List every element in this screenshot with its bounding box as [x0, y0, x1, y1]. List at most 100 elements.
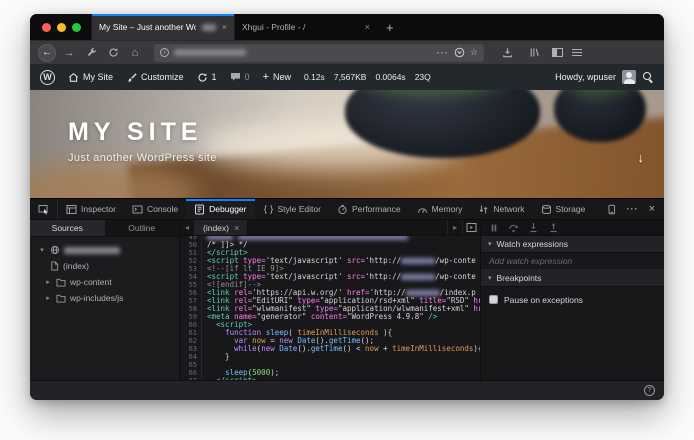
wp-customize-menu[interactable]: Customize — [126, 72, 184, 83]
close-tab-icon[interactable]: × — [222, 22, 227, 32]
scroll-tabs-left-icon[interactable]: ◂ — [180, 220, 195, 235]
devtools-tab-storage[interactable]: Storage — [533, 199, 594, 219]
tree-domain-root[interactable]: ▾ — [30, 242, 179, 258]
step-over-icon[interactable] — [508, 222, 519, 233]
gutter-line-number[interactable]: 64 — [180, 353, 197, 361]
wp-my-site-menu[interactable]: My Site — [68, 72, 113, 83]
chevron-down-icon[interactable]: ▾ — [38, 246, 46, 254]
tab-sources[interactable]: Sources — [30, 220, 105, 236]
gutter-line-number[interactable]: 65 — [180, 361, 197, 369]
wordpress-logo-icon[interactable]: W — [40, 69, 55, 85]
stat-query-time: 0.0064s — [375, 72, 406, 82]
close-tab-icon[interactable]: × — [234, 223, 239, 233]
library-icon[interactable] — [525, 45, 543, 61]
tree-item-index[interactable]: (index) — [30, 258, 179, 274]
avatar[interactable] — [622, 70, 636, 84]
chevron-right-icon[interactable]: ▸ — [44, 294, 52, 302]
close-window-button[interactable] — [42, 22, 51, 32]
add-watch-expression-input[interactable]: Add watch expression — [481, 253, 664, 270]
devtools-tab-label: Console — [146, 204, 179, 214]
minimize-window-button[interactable] — [57, 22, 66, 32]
browser-tab-my-site[interactable]: My Site – Just another WordPress × — [91, 14, 234, 40]
address-bar[interactable]: i ··· ☆ — [154, 43, 484, 62]
scroll-tabs-right-icon[interactable]: ▸ — [447, 220, 462, 235]
wrench-icon[interactable] — [82, 45, 100, 61]
devtools-options-icon[interactable]: ··· — [627, 204, 639, 214]
scroll-down-arrow[interactable]: ↓ — [638, 150, 645, 165]
toggle-panes-icon[interactable] — [462, 220, 480, 235]
wp-new-menu[interactable]: + New — [263, 71, 291, 83]
close-devtools-icon[interactable]: × — [649, 203, 655, 215]
wp-new-label: New — [273, 72, 292, 82]
devtools-tab-network[interactable]: Network — [470, 199, 532, 219]
tree-item-wp-content[interactable]: ▸ wp-content — [30, 274, 179, 290]
gutter-line-number[interactable]: 56 — [180, 289, 197, 297]
gutter-line-number[interactable]: 59 — [180, 313, 197, 321]
site-title[interactable]: MY SITE — [68, 118, 203, 147]
gutter-line-number[interactable]: 51 — [180, 249, 197, 257]
help-icon[interactable]: ? — [644, 385, 655, 396]
editor-tab-index[interactable]: (index) × — [195, 220, 249, 235]
devtools-tab-performance[interactable]: Performance — [329, 199, 409, 219]
gutter-line-number[interactable]: 54 — [180, 273, 197, 281]
stat-load-time: 0.12s — [304, 72, 325, 82]
wp-comments-menu[interactable]: 0 — [230, 72, 250, 82]
code-line: while(new Date().getTime() < now + timeI… — [234, 344, 480, 353]
file-icon — [51, 261, 59, 271]
devtools-tab-style-editor[interactable]: Style Editor — [255, 199, 329, 219]
gutter-line-number[interactable]: 53 — [180, 265, 197, 273]
devtools-tab-inspector[interactable]: Inspector — [58, 199, 124, 219]
gutter-line-number[interactable]: 62 — [180, 337, 197, 345]
zoom-window-button[interactable] — [72, 22, 81, 32]
site-info-icon[interactable]: i — [160, 48, 169, 57]
gutter-line-number[interactable]: 57 — [180, 297, 197, 305]
devtools-toolbar: Inspector Console Debugger Style Editor … — [30, 198, 664, 220]
gutter-line-number[interactable]: 52 — [180, 257, 197, 265]
gutter-line-number[interactable]: 55 — [180, 281, 197, 289]
page-actions-icon[interactable]: ··· — [437, 48, 449, 58]
search-icon[interactable] — [642, 71, 654, 83]
pocket-icon[interactable] — [454, 47, 465, 58]
pause-on-exceptions-checkbox[interactable] — [489, 295, 498, 304]
sources-sidebar: Sources Outline ▾ (index) ▸ wp-content ▸… — [30, 220, 180, 380]
forward-button[interactable]: → — [60, 47, 78, 59]
gutter-line-number[interactable]: 50 — [180, 241, 197, 249]
braces-icon — [263, 204, 273, 214]
responsive-design-icon[interactable] — [606, 204, 617, 215]
tree-item-wp-includes[interactable]: ▸ wp-includes/js — [30, 290, 179, 306]
new-tab-button[interactable]: + — [377, 14, 403, 40]
wp-updates-menu[interactable]: 1 — [197, 72, 217, 83]
gutter-line-number[interactable]: 66 — [180, 369, 197, 377]
menu-icon[interactable] — [572, 48, 582, 57]
gutter-line-number[interactable]: 60 — [180, 321, 197, 329]
gauge-icon — [417, 207, 427, 213]
sidebar-toggle-icon[interactable] — [552, 48, 563, 57]
chevron-right-icon[interactable]: ▸ — [44, 278, 52, 286]
devtools-tab-debugger[interactable]: Debugger — [186, 199, 255, 219]
step-out-icon[interactable] — [548, 222, 559, 233]
gutter-line-number[interactable]: 61 — [180, 329, 197, 337]
watch-expressions-header[interactable]: ▾ Watch expressions — [481, 236, 664, 253]
devtools-tab-label: Style Editor — [277, 204, 321, 214]
breakpoints-header[interactable]: ▾ Breakpoints — [481, 270, 664, 287]
chevron-down-icon: ▾ — [488, 241, 492, 248]
devtools-tab-console[interactable]: Console — [124, 199, 186, 219]
reload-icon[interactable] — [104, 45, 122, 61]
downloads-icon[interactable] — [498, 45, 516, 61]
gutter-line-number[interactable]: 63 — [180, 345, 197, 353]
tab-outline[interactable]: Outline — [105, 220, 180, 236]
browser-tab-xhgui[interactable]: Xhgui - Profile - / × — [234, 14, 377, 40]
bookmark-star-icon[interactable]: ☆ — [470, 47, 478, 58]
editor-tab-label: (index) — [203, 222, 229, 233]
step-in-icon[interactable] — [528, 222, 539, 233]
pick-element-icon[interactable] — [30, 199, 58, 219]
wp-howdy-label[interactable]: Howdy, wpuser — [555, 72, 616, 82]
code-area[interactable]: 49505152535455565758596061626364656667 /… — [180, 236, 480, 380]
back-button[interactable]: ← — [38, 43, 56, 62]
line-number-gutter: 49505152535455565758596061626364656667 — [180, 236, 202, 380]
close-tab-icon[interactable]: × — [365, 22, 370, 32]
devtools-tab-memory[interactable]: Memory — [409, 199, 471, 219]
pause-icon[interactable] — [489, 223, 499, 233]
home-icon[interactable]: ⌂ — [126, 47, 144, 59]
gutter-line-number[interactable]: 58 — [180, 305, 197, 313]
